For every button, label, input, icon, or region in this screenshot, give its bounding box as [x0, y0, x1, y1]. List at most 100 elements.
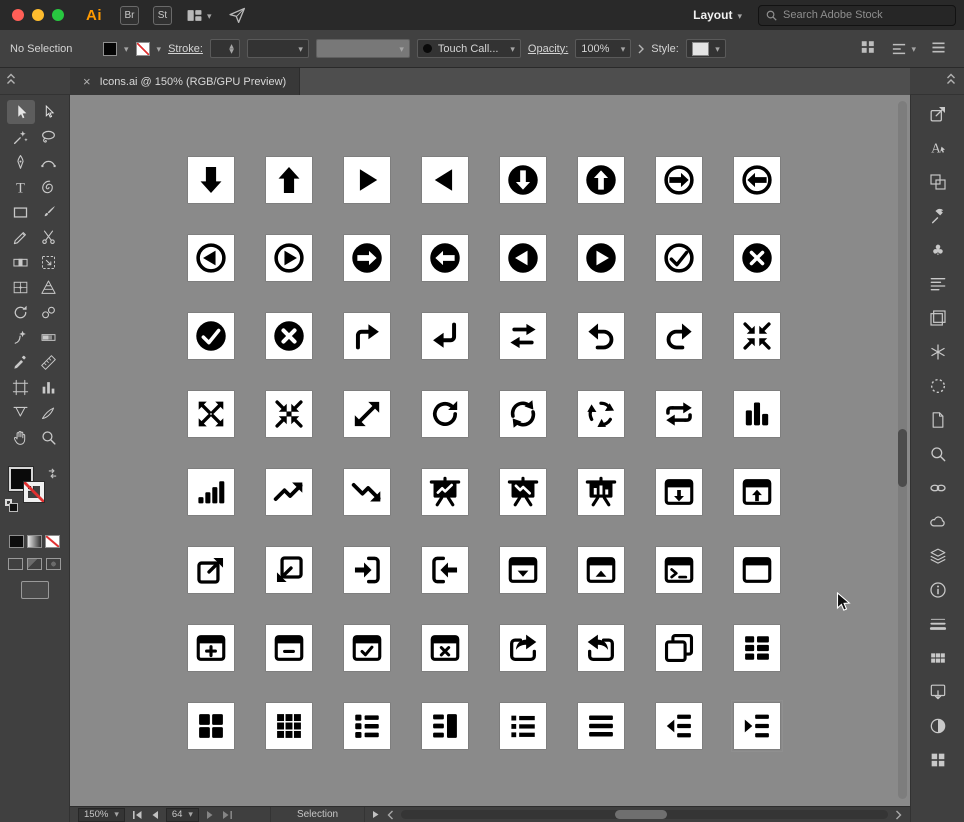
swap-fill-stroke-icon[interactable] — [47, 466, 58, 484]
recycle-icon[interactable] — [578, 391, 624, 437]
style-label[interactable]: Style: — [651, 43, 679, 55]
fill-swatch[interactable] — [103, 42, 117, 56]
layers-panel-icon[interactable] — [925, 545, 951, 567]
spiral-tool[interactable] — [35, 175, 63, 199]
zoom-window-button[interactable] — [52, 9, 64, 21]
gradient-mode-button[interactable] — [27, 535, 42, 548]
info-panel-icon[interactable] — [925, 579, 951, 601]
grid-small-icon[interactable] — [266, 703, 312, 749]
workspace-icon[interactable] — [186, 7, 203, 24]
direct-selection-tool[interactable] — [35, 100, 63, 124]
draw-behind-button[interactable] — [27, 558, 42, 570]
close-tab-icon[interactable] — [83, 75, 91, 89]
shape-builder-tool[interactable] — [7, 250, 35, 274]
circle-x-bold-icon[interactable] — [266, 313, 312, 359]
stroke-panel-icon[interactable] — [925, 613, 951, 635]
zoom-level-select[interactable]: 150% — [78, 808, 125, 822]
vertical-scrollbar[interactable] — [898, 101, 907, 799]
window-caret-up-icon[interactable] — [578, 547, 624, 593]
none-mode-button[interactable] — [45, 535, 60, 548]
arrow-down-icon[interactable] — [188, 157, 234, 203]
presentation-up-icon[interactable] — [422, 469, 468, 515]
repeat-icon[interactable] — [656, 391, 702, 437]
zoom-tool[interactable] — [35, 425, 63, 449]
collapse-toolbar-icon[interactable] — [5, 72, 17, 91]
circle-caret-right-outline-icon[interactable] — [266, 235, 312, 281]
caret-right-icon[interactable] — [344, 157, 390, 203]
arrows-maximize-icon[interactable] — [188, 391, 234, 437]
artboard-tool[interactable] — [7, 375, 35, 399]
bar-chart-icon[interactable] — [734, 391, 780, 437]
pencil-tool[interactable] — [7, 225, 35, 249]
circle-check-icon[interactable] — [188, 313, 234, 359]
stroke-profile-select[interactable] — [247, 39, 309, 58]
grid-large-icon[interactable] — [188, 703, 234, 749]
stroke-color-swatch[interactable] — [24, 482, 44, 502]
pages-panel-icon[interactable] — [925, 409, 951, 431]
draw-normal-button[interactable] — [8, 558, 23, 570]
scissors-tool[interactable] — [35, 225, 63, 249]
circle-arrow-right-outline-icon[interactable] — [656, 157, 702, 203]
copy-windows-icon[interactable] — [656, 625, 702, 671]
workspace-switcher-caret-icon[interactable] — [737, 6, 742, 24]
selection-tool[interactable] — [7, 100, 35, 124]
column-graph-tool[interactable] — [35, 375, 63, 399]
window-download-icon[interactable] — [656, 469, 702, 515]
undo-icon[interactable] — [578, 313, 624, 359]
scroll-left-icon[interactable] — [387, 810, 394, 820]
pen-tool[interactable] — [7, 150, 35, 174]
export-as-panel-icon[interactable] — [925, 681, 951, 703]
adobe-stock-search-input[interactable]: Search Adobe Stock — [758, 5, 956, 26]
opacity-flyout-icon[interactable] — [638, 44, 644, 54]
artboards-panel-icon[interactable] — [925, 171, 951, 193]
minimize-window-button[interactable] — [32, 9, 44, 21]
symbols-panel-icon[interactable]: ♣ — [925, 239, 951, 261]
horizontal-scrollbar-thumb[interactable] — [615, 810, 667, 819]
trend-up-icon[interactable] — [266, 469, 312, 515]
list-detail-icon[interactable] — [344, 703, 390, 749]
share-right-icon[interactable] — [500, 625, 546, 671]
workspace-caret-icon[interactable] — [207, 6, 212, 24]
paragraph-panel-icon[interactable] — [925, 273, 951, 295]
share-icon[interactable] — [228, 6, 246, 24]
color-mode-button[interactable] — [9, 535, 24, 548]
bridge-button[interactable]: Br — [120, 6, 139, 25]
brushes-panel-icon[interactable] — [925, 375, 951, 397]
stroke-label[interactable]: Stroke: — [168, 43, 203, 55]
fill-caret-icon[interactable] — [124, 43, 129, 55]
arrows-minimize-icon[interactable] — [734, 313, 780, 359]
document-tab[interactable]: Icons.ai @ 150% (RGB/GPU Preview) — [70, 68, 300, 95]
stock-button[interactable]: St — [153, 6, 172, 25]
align-options-icon[interactable] — [860, 39, 876, 58]
internal-link-icon[interactable] — [266, 547, 312, 593]
expand-diagonal-icon[interactable] — [344, 391, 390, 437]
free-transform-tool[interactable] — [35, 250, 63, 274]
touch-type-panel-icon[interactable]: A — [925, 137, 951, 159]
measure-tool[interactable] — [35, 350, 63, 374]
indent-icon[interactable] — [734, 703, 780, 749]
window-x-icon[interactable] — [422, 625, 468, 671]
circle-caret-left-icon[interactable] — [500, 235, 546, 281]
outdent-icon[interactable] — [656, 703, 702, 749]
rectangle-tool[interactable] — [7, 200, 35, 224]
caret-left-icon[interactable] — [422, 157, 468, 203]
type-tool[interactable]: T — [7, 175, 35, 199]
previous-artboard-button[interactable] — [150, 810, 159, 820]
magic-wand-tool[interactable] — [7, 125, 35, 149]
rotate-tool[interactable] — [7, 300, 35, 324]
circle-caret-right-icon[interactable] — [578, 235, 624, 281]
blend-tool[interactable] — [35, 300, 63, 324]
stroke-weight-stepper[interactable]: ▲▼ — [210, 39, 240, 58]
default-colors-icon[interactable] — [5, 499, 20, 512]
mesh-tool[interactable] — [7, 275, 35, 299]
perspective-grid-tool[interactable] — [35, 275, 63, 299]
circle-arrow-right-icon[interactable] — [344, 235, 390, 281]
draw-inside-button[interactable] — [46, 558, 61, 570]
share-left-icon[interactable] — [578, 625, 624, 671]
next-artboard-button[interactable] — [206, 810, 215, 820]
artboard-number-select[interactable]: 64 — [166, 808, 199, 822]
horizontal-scrollbar[interactable] — [401, 810, 888, 819]
swap-horizontal-icon[interactable] — [500, 313, 546, 359]
circle-arrow-left-icon[interactable] — [422, 235, 468, 281]
presentation-down-icon[interactable] — [500, 469, 546, 515]
